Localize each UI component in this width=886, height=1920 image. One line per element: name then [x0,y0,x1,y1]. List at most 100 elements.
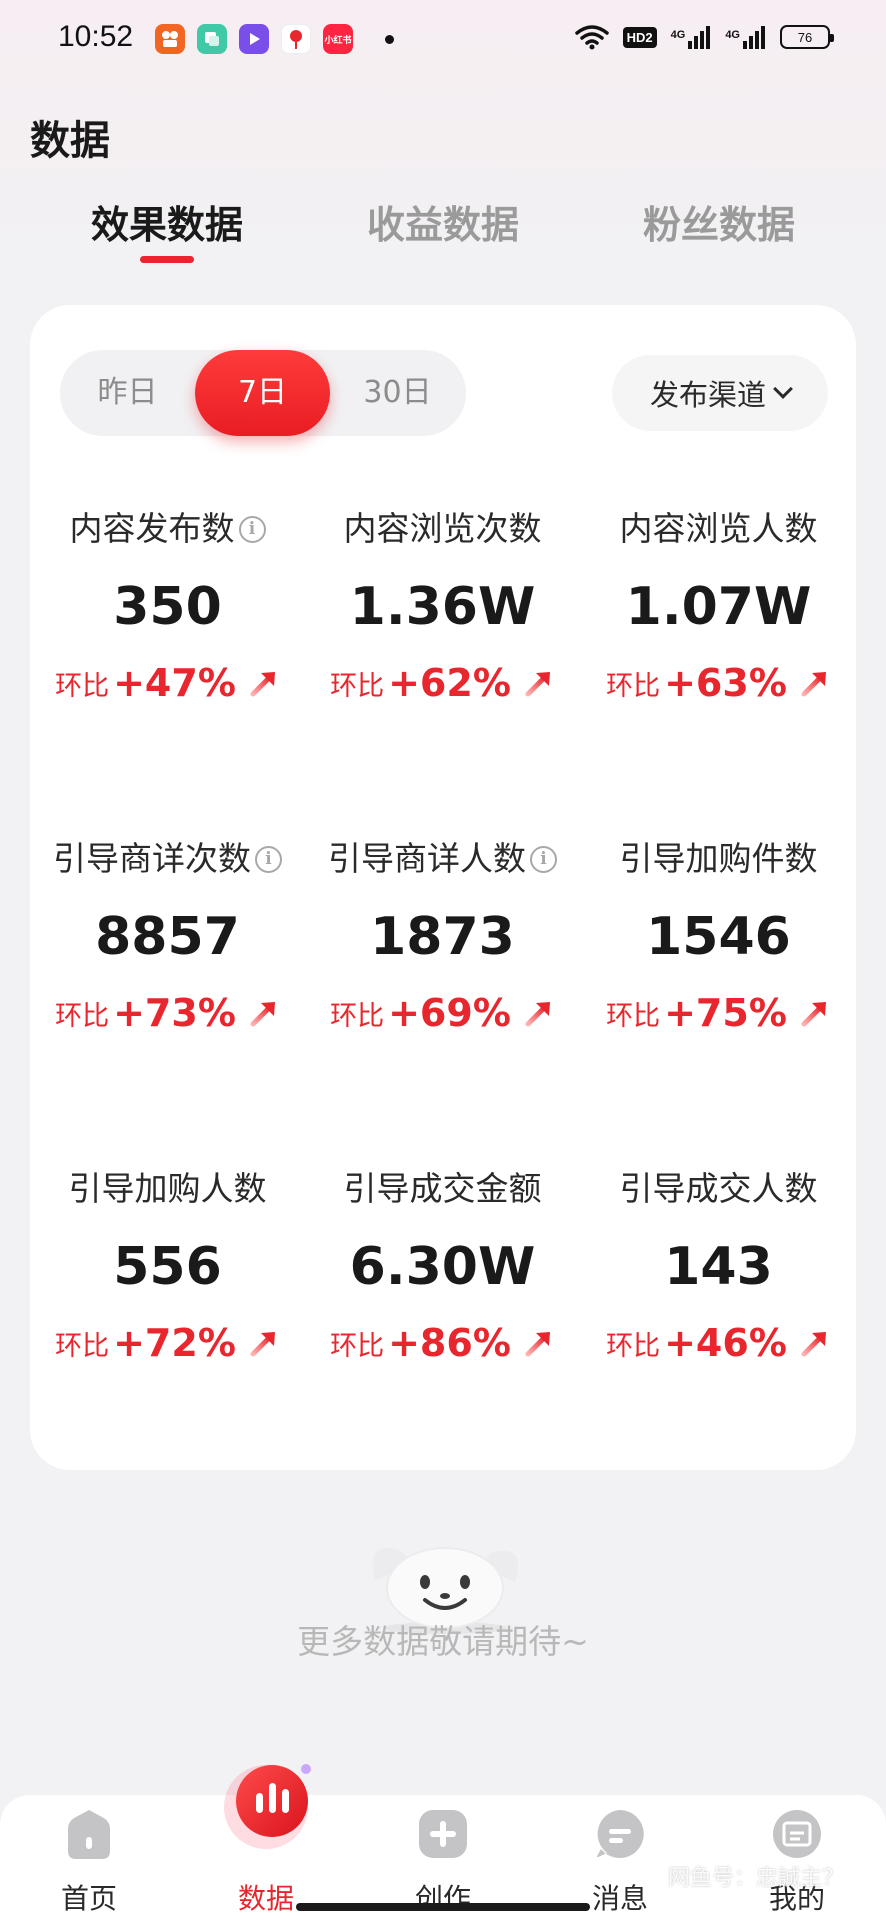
metric-value: 6.30W [349,1237,536,1297]
change-percent: +62% [388,661,511,705]
metric-label: 内容浏览人数 [619,509,818,548]
signal-bars-1-icon [688,26,711,49]
trend-up-icon [250,1332,275,1357]
change-prefix: 环比 [606,670,661,702]
metric-label: 内容浏览次数 [343,509,542,548]
metric-label: 内容发布数 [69,509,235,548]
trend-up-icon [250,672,275,697]
dewu-icon [281,24,311,54]
trend-up-icon [525,672,550,697]
change-prefix: 环比 [330,1000,385,1032]
change-percent: +86% [388,1321,511,1365]
video-player-icon [239,24,269,54]
metric-add-to-cart-users[interactable]: 引导加购人数 556 环比 +72% [30,1167,305,1365]
bottom-navigation: 首页 数据 创作 消息 我的 [0,1764,886,1920]
info-icon[interactable]: i [530,845,557,873]
metric-product-detail-visitors[interactable]: 引导商详人数 i 1873 环比 +69% [305,837,580,1035]
metric-label: 引导商详人数 [328,839,526,878]
change-prefix: 环比 [55,1000,110,1032]
metric-label: 引导商详次数 [53,839,251,878]
network-type-1: 4G [670,29,686,41]
data-tabs: 效果数据 收益数据 粉丝数据 [0,200,886,280]
clone-app-icon [197,24,227,54]
message-icon [596,1810,644,1858]
metric-add-to-cart-items[interactable]: 引导加购件数 1546 环比 +75% [581,837,856,1035]
change-percent: +63% [664,661,787,705]
network-type-2: 4G [725,29,740,41]
info-icon[interactable]: i [238,515,266,543]
tab-fans-data[interactable]: 粉丝数据 [609,200,829,270]
nav-home[interactable]: 首页 [29,1795,149,1920]
metric-content-viewer-count[interactable]: 内容浏览人数 1.07W 环比 +63% [581,507,856,705]
nav-label: 消息 [591,1882,648,1915]
metric-label: 引导成交金额 [343,1169,542,1208]
nav-label: 创作 [414,1882,471,1915]
publish-channel-dropdown[interactable]: 发布渠道 [612,355,828,431]
info-icon[interactable]: i [255,845,282,873]
home-icon [68,1810,110,1859]
period-yesterday[interactable]: 昨日 [60,350,195,436]
change-prefix: 环比 [606,1000,661,1032]
change-percent: +73% [113,991,236,1035]
xiaohongshu-icon: 小红书 [323,24,353,54]
wifi-icon [574,25,609,50]
period-7-days[interactable]: 7日 [195,350,330,436]
trend-up-icon [525,1332,550,1357]
nav-messages[interactable]: 消息 [560,1795,680,1920]
change-prefix: 环比 [330,670,385,702]
tab-label: 收益数据 [366,203,519,247]
nav-label: 数据 [237,1882,294,1915]
tab-revenue-data[interactable]: 收益数据 [333,200,553,270]
coming-soon-text: 更多数据敬请期待~ [297,1622,589,1661]
change-prefix: 环比 [330,1330,385,1362]
period-30-days[interactable]: 30日 [330,350,465,436]
status-time: 10:52 [58,20,134,53]
trend-up-icon [801,672,826,697]
home-indicator[interactable] [296,1903,590,1911]
signal-2: 4G [725,25,766,49]
metric-transaction-users[interactable]: 引导成交人数 143 环比 +46% [581,1167,856,1365]
hd-voice-badge: HD2 [622,26,657,48]
tab-label: 粉丝数据 [642,203,795,247]
nav-profile[interactable]: 我的 [737,1795,857,1920]
notification-app-icons: 小红书 [155,24,353,54]
profile-icon [773,1810,821,1858]
chevron-down-icon [773,379,793,399]
metric-label: 引导加购人数 [68,1169,267,1208]
metric-value: 1.36W [349,577,536,637]
notification-dot [385,35,394,44]
trend-up-icon [801,1002,826,1027]
nav-data[interactable]: 数据 [206,1764,326,1920]
metric-product-detail-visits[interactable]: 引导商详次数 i 8857 环比 +73% [30,837,305,1035]
metric-value: 8857 [95,907,240,967]
change-percent: +75% [664,991,787,1035]
system-icons: HD2 4G 4G 76 [574,24,834,50]
kuaishou-icon [155,24,185,54]
tab-active-indicator [140,256,194,263]
metric-value: 1546 [646,907,791,967]
tab-effect-data[interactable]: 效果数据 [57,200,277,270]
change-prefix: 环比 [55,670,110,702]
metric-transaction-amount[interactable]: 引导成交金额 6.30W 环比 +86% [305,1167,580,1365]
metrics-card: 昨日 7日 30日 发布渠道 内容发布数 i 350 环比 +47% 内容浏览次数 … [30,305,856,1470]
change-percent: +47% [113,661,236,705]
change-percent: +46% [664,1321,787,1365]
metric-content-publish-count[interactable]: 内容发布数 i 350 环比 +47% [30,507,305,705]
change-prefix: 环比 [55,1330,110,1362]
signal-bars-2-icon [743,26,765,49]
xiaohongshu-icon-text: 小红书 [324,35,352,46]
nav-create[interactable]: 创作 [383,1795,503,1920]
metric-value: 1873 [370,907,515,967]
plus-icon [419,1810,467,1858]
signal-1: 4G [671,25,712,49]
bar-chart-icon [224,1764,311,1849]
trend-up-icon [801,1332,826,1357]
metric-value: 350 [113,577,222,637]
change-prefix: 环比 [606,1330,661,1362]
watermark: 网鱼号：忠誠主？ [668,1866,845,1891]
metric-content-view-count[interactable]: 内容浏览次数 1.36W 环比 +62% [305,507,580,705]
metric-label: 引导成交人数 [619,1169,818,1208]
metric-label: 引导加购件数 [619,839,818,878]
battery-level: 76 [797,29,813,45]
change-percent: +69% [388,991,511,1035]
